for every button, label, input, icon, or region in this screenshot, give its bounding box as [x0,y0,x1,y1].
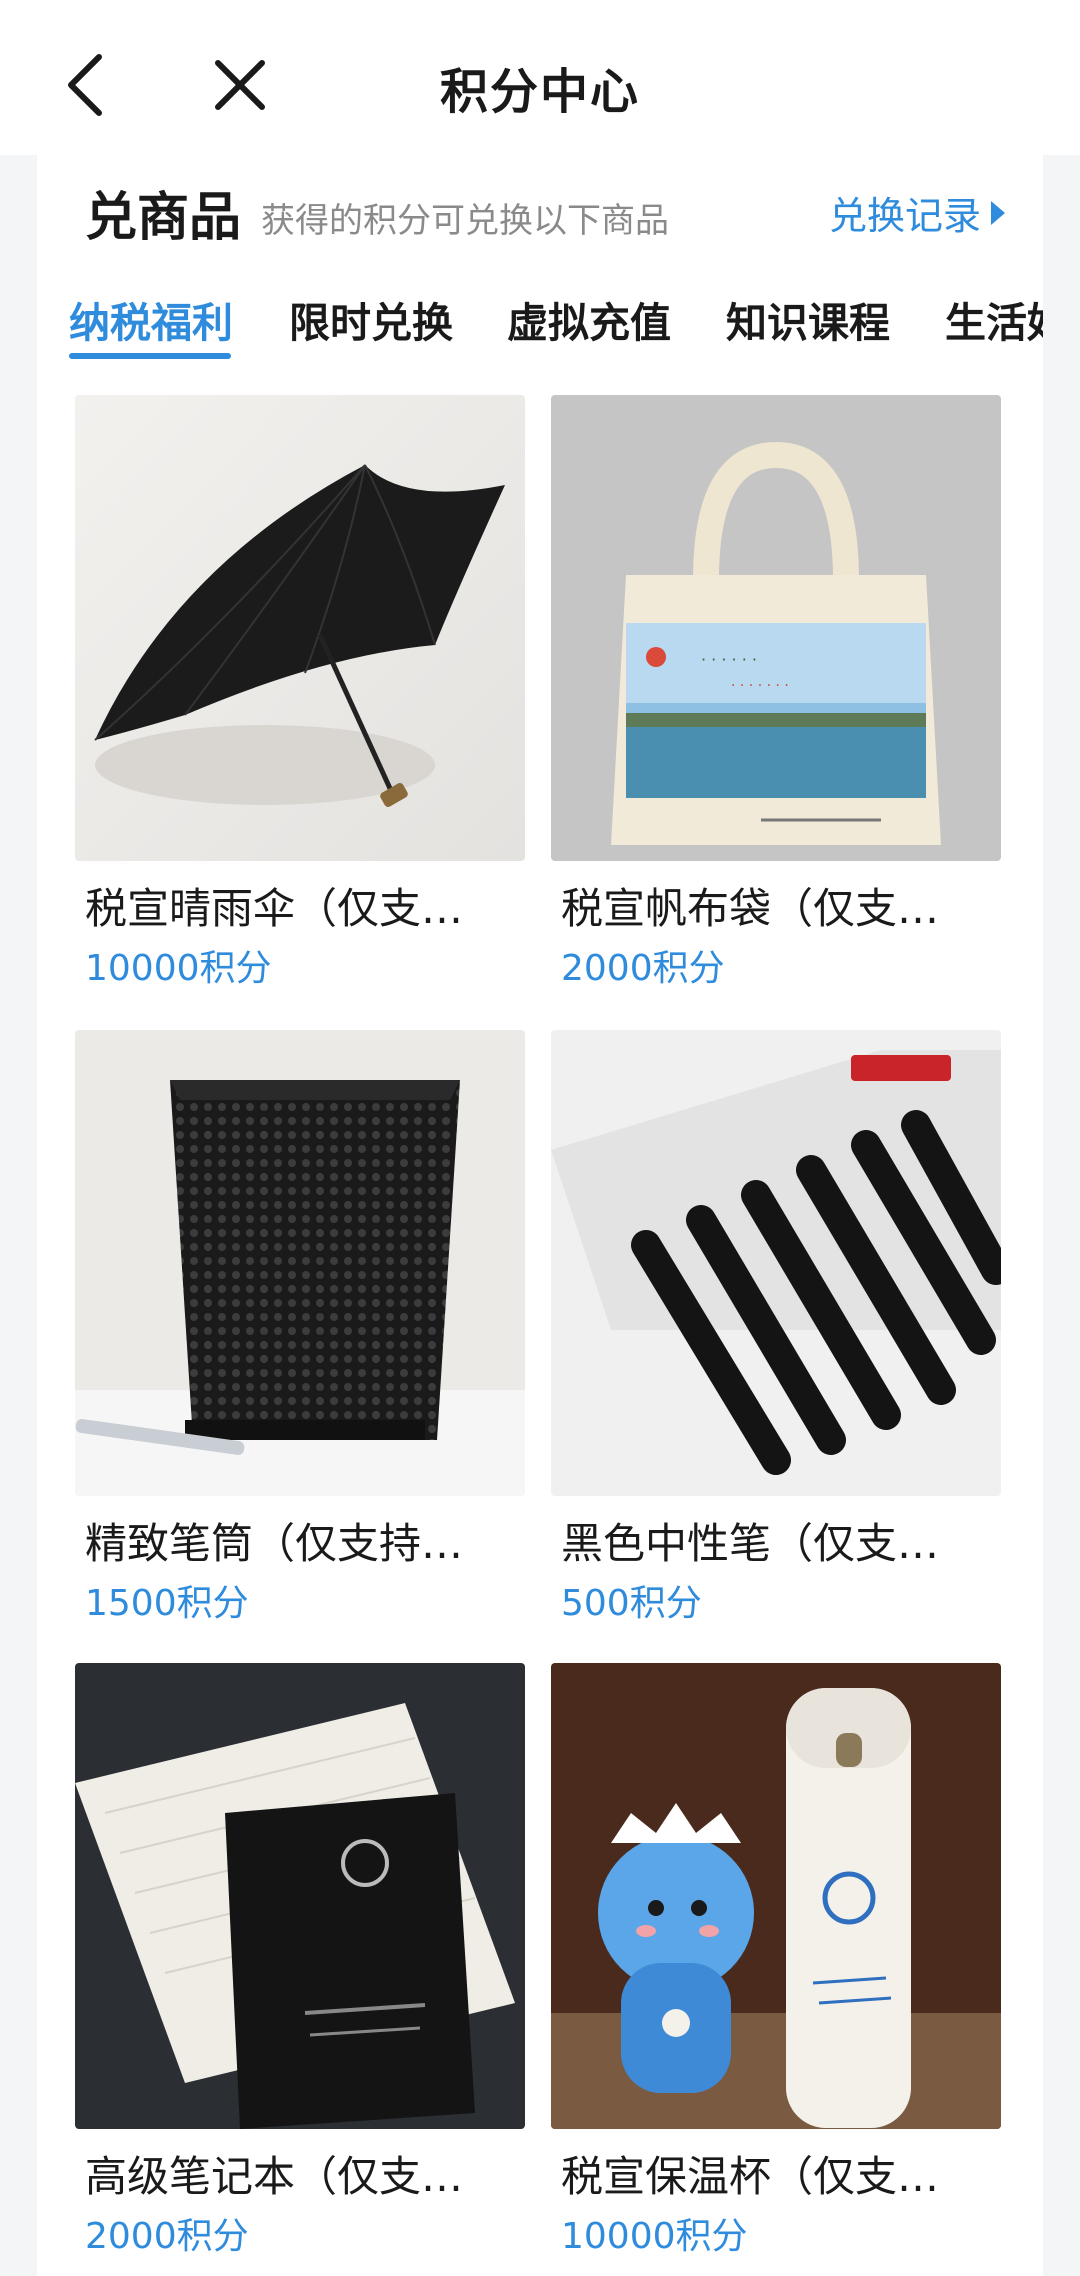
product-image-notebook [75,1663,525,2129]
product-price: 1500积分 [85,1583,249,1624]
svg-text:· · · · · ·: · · · · · · [701,650,757,669]
tab-knowledge-courses[interactable]: 知识课程 [726,289,890,349]
product-image-canvas-bag: · · · · · · · · · · · · · [551,395,1001,861]
product-name: 税宣晴雨伞（仅支… [85,884,464,933]
product-card-umbrella[interactable]: 税宣晴雨伞（仅支… 10000积分 [75,395,525,1005]
section-header: 兑商品 获得的积分可兑换以下商品 兑换记录 [37,155,1043,265]
product-image-gel-pens [551,1030,1001,1496]
pen-holder-image [75,1030,525,1496]
tab-life[interactable]: 生活好 [945,289,1043,349]
product-image-thermos [551,1663,1001,2129]
products-card: 兑商品 获得的积分可兑换以下商品 兑换记录 纳税福利 限时兑换 虚拟充值 知识课… [37,155,1043,2276]
product-name: 黑色中性笔（仅支… [561,1519,940,1568]
tab-virtual-recharge[interactable]: 虚拟充值 [507,289,671,349]
product-name: 税宣保温杯（仅支… [561,2152,940,2201]
exchange-history-label: 兑换记录 [828,194,981,238]
page-title: 积分中心 [439,64,640,120]
section-title: 兑商品 [85,188,242,248]
top-nav-bar: 积分中心 [0,0,1080,155]
exchange-history-link[interactable]: 兑换记录 [829,185,1005,240]
section-subtitle: 获得的积分可兑换以下商品 [261,201,669,241]
gel-pens-image [551,1030,1001,1496]
product-price: 500积分 [561,1583,702,1624]
category-tabs: 纳税福利 限时兑换 虚拟充值 知识课程 生活好 [37,265,1043,365]
product-price: 2000积分 [85,2216,249,2257]
product-name: 精致笔筒（仅支持… [85,1519,464,1568]
tab-limited-exchange[interactable]: 限时兑换 [289,289,453,349]
active-tab-indicator [69,353,231,359]
canvas-bag-image: · · · · · · · · · · · · · [551,395,1001,861]
product-price: 2000积分 [561,948,725,989]
product-card-pen-holder[interactable]: 精致笔筒（仅支持… 1500积分 [75,1030,525,1640]
thermos-image [551,1663,1001,2129]
notebook-image [75,1663,525,2129]
caret-right-icon [991,200,1005,225]
product-name: 高级笔记本（仅支… [85,2152,464,2201]
product-price: 10000积分 [561,2216,748,2257]
product-image-pen-holder [75,1030,525,1496]
product-card-notebook[interactable]: 高级笔记本（仅支… 2000积分 [75,1663,525,2273]
product-image-umbrella [75,395,525,861]
svg-text:· · · · · · ·: · · · · · · · [731,678,789,694]
product-price: 10000积分 [85,948,272,989]
product-card-canvas-bag[interactable]: · · · · · · · · · · · · · 税宣帆布袋（仅支… 2000… [551,395,1001,1005]
umbrella-image [75,395,525,861]
product-card-thermos[interactable]: 税宣保温杯（仅支… 10000积分 [551,1663,1001,2273]
product-card-gel-pens[interactable]: 黑色中性笔（仅支… 500积分 [551,1030,1001,1640]
tab-tax-benefits[interactable]: 纳税福利 [69,289,233,349]
product-name: 税宣帆布袋（仅支… [561,884,940,933]
